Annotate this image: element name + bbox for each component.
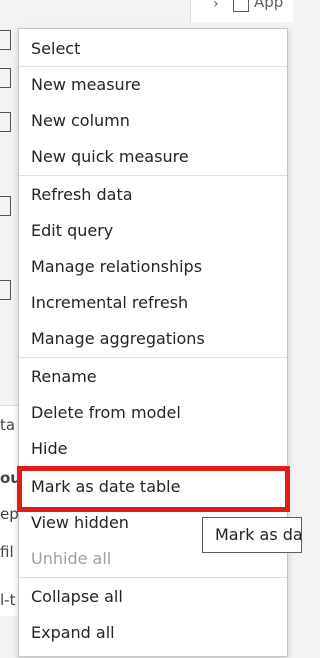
menu-separator	[19, 175, 287, 176]
chevron-right-icon: ›	[213, 0, 219, 12]
menu-item-new-measure[interactable]: New measure	[19, 67, 287, 103]
table-icon	[233, 0, 249, 12]
field-partial-label: App	[254, 0, 284, 11]
menu-item-hide[interactable]: Hide	[19, 431, 287, 467]
menu-item-collapse-all[interactable]: Collapse all	[19, 579, 287, 615]
menu-item-select[interactable]: Select	[19, 31, 287, 67]
context-menu: Select New measure New column New quick mea…	[17, 28, 290, 657]
fragment-ta: ta	[0, 416, 16, 434]
menu-separator	[19, 357, 287, 358]
menu-item-manage-relationships[interactable]: Manage relationships	[19, 249, 287, 285]
table-icon	[0, 30, 11, 50]
menu-item-rename[interactable]: Rename	[19, 359, 287, 395]
menu-item-incremental-refresh[interactable]: Incremental refresh	[19, 285, 287, 321]
visual-icon	[0, 196, 11, 216]
menu-item-expand-all[interactable]: Expand all	[19, 615, 287, 651]
highlight-box	[17, 466, 290, 512]
menu-item-new-quick-measure[interactable]: New quick measure	[19, 139, 287, 175]
tooltip: Mark as date table	[202, 517, 302, 553]
menu-item-new-column[interactable]: New column	[19, 103, 287, 139]
menu-separator	[19, 577, 287, 578]
fields-pane-background: › App	[190, 0, 293, 22]
model-icon	[0, 280, 11, 300]
menu-item-refresh-data[interactable]: Refresh data	[19, 177, 287, 213]
column-icon	[0, 112, 11, 132]
chart-icon	[0, 68, 11, 88]
fragment-fil: fil	[0, 543, 14, 561]
menu-item-edit-query[interactable]: Edit query	[19, 213, 287, 249]
menu-item-manage-aggregations[interactable]: Manage aggregations	[19, 321, 287, 357]
menu-item-delete-from-model[interactable]: Delete from model	[19, 395, 287, 431]
fragment-lt: l-t	[0, 591, 16, 609]
fragment-ep: ep	[0, 505, 19, 523]
